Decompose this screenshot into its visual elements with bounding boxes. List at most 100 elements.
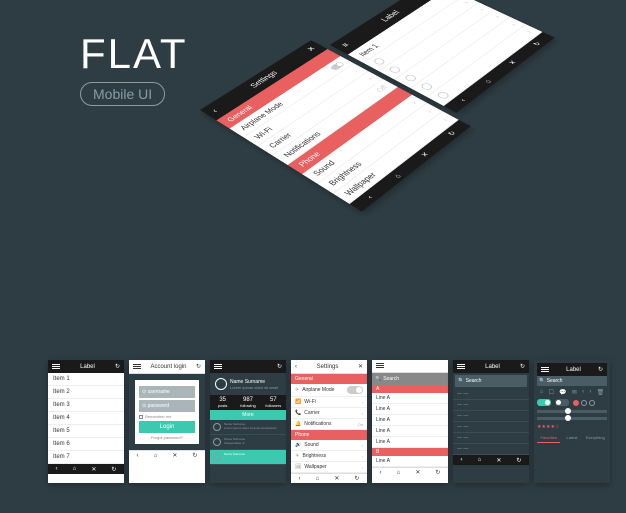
list-item[interactable]: Item 7 [48, 451, 124, 464]
close-icon[interactable]: ✕ [358, 363, 363, 370]
home-icon[interactable]: ⌂ [316, 476, 320, 482]
home-icon[interactable]: ⌂ [482, 78, 493, 84]
list-item[interactable]: — — [453, 433, 529, 444]
tab-everything[interactable]: Everything [584, 433, 607, 443]
list-item[interactable]: — — [453, 411, 529, 422]
list-item[interactable]: — — [453, 400, 529, 411]
menu-icon[interactable] [214, 364, 222, 370]
refresh-icon[interactable]: ↻ [192, 452, 197, 459]
close-icon[interactable]: ✕ [506, 59, 518, 66]
chat-icon[interactable]: 💬 [559, 389, 566, 396]
list-item[interactable]: — — [453, 389, 529, 400]
stat-followers[interactable]: 57followers [261, 395, 286, 410]
home-icon[interactable]: ⌂ [397, 470, 401, 476]
list-item[interactable]: Line A [372, 404, 448, 415]
bookmark-icon[interactable]: ☐ [549, 389, 554, 396]
back-icon[interactable]: ‹ [299, 476, 301, 482]
search-input[interactable]: 🔍 Search [537, 376, 607, 386]
back-icon[interactable]: ‹ [56, 466, 58, 472]
list-item[interactable]: Line A [372, 456, 448, 467]
home-icon[interactable]: ⌂ [154, 453, 158, 459]
refresh-icon[interactable]: ↻ [516, 457, 521, 464]
home-icon[interactable]: ⌂ [73, 466, 77, 472]
row-wallpaper[interactable]: 🖼Wallpaper› [291, 462, 367, 473]
back-icon[interactable]: ‹ [582, 389, 584, 396]
row-notifications[interactable]: 🔔NotificationsOn [291, 419, 367, 430]
refresh-icon[interactable]: ↻ [115, 363, 120, 370]
home-icon[interactable]: ⌂ [392, 172, 403, 179]
search-input[interactable]: 🔍 Search [455, 375, 527, 387]
username-input[interactable]: ⊙ username [139, 386, 195, 398]
back-icon[interactable]: ‹ [380, 470, 382, 476]
slider[interactable] [537, 410, 607, 413]
remember-checkbox[interactable]: Remember me [139, 414, 195, 419]
list-item[interactable]: — — [453, 444, 529, 455]
comment-item[interactable]: Name SurnameSuspendisse ut [210, 435, 286, 450]
row-carrier[interactable]: 📞Carrier› [291, 408, 367, 419]
radio-icon[interactable] [388, 65, 403, 74]
menu-icon[interactable] [457, 364, 465, 370]
tab-latest[interactable]: Latest [560, 433, 583, 443]
back-icon[interactable]: ‹ [461, 457, 463, 463]
close-icon[interactable]: ✕ [419, 150, 431, 158]
row-sound[interactable]: 🔊Sound› [291, 440, 367, 451]
refresh-icon[interactable]: ↻ [435, 469, 440, 476]
forgot-link[interactable]: Forgot password? [139, 435, 195, 440]
menu-icon[interactable]: ≡ [340, 42, 352, 49]
list-item[interactable]: Item 4 [48, 412, 124, 425]
avatar[interactable] [215, 378, 227, 390]
mail-icon[interactable]: ✉ [572, 389, 577, 396]
radio-icon[interactable] [419, 82, 434, 91]
row-wifi[interactable]: 📶Wi-Fi› [291, 397, 367, 408]
back-icon[interactable]: ‹ [295, 364, 297, 370]
more-button[interactable]: More [210, 410, 286, 420]
list-item[interactable]: Item 2 [48, 386, 124, 399]
comment-item[interactable]: Name Surname [210, 450, 286, 465]
refresh-icon[interactable]: ↻ [446, 130, 458, 137]
slider[interactable] [537, 417, 607, 420]
toggle-icon[interactable] [347, 386, 363, 394]
tab-favorites[interactable]: Favorites [537, 433, 560, 443]
list-item[interactable]: Line A [372, 426, 448, 437]
menu-icon[interactable] [133, 364, 141, 370]
refresh-icon[interactable]: ↻ [111, 466, 116, 473]
close-icon[interactable]: ✕ [172, 452, 177, 459]
radio-option[interactable] [589, 400, 595, 406]
close-icon[interactable]: ✕ [305, 46, 318, 54]
list-item[interactable]: Line A [372, 437, 448, 448]
list-item[interactable]: Item 3 [48, 399, 124, 412]
list-item[interactable]: Line A [372, 415, 448, 426]
list-item[interactable]: Item 5 [48, 425, 124, 438]
back-icon[interactable]: ‹ [365, 194, 375, 200]
radio-option[interactable] [581, 400, 587, 406]
menu-icon[interactable] [541, 367, 549, 373]
refresh-icon[interactable]: ↻ [531, 41, 542, 47]
close-icon[interactable]: ✕ [334, 475, 339, 482]
stat-following[interactable]: 987following [235, 395, 260, 410]
row-brightness[interactable]: ☀Brightness› [291, 451, 367, 462]
refresh-icon[interactable]: ↻ [354, 475, 359, 482]
close-icon[interactable]: ✕ [91, 466, 96, 473]
toggle-on[interactable] [537, 399, 551, 406]
row-airplane[interactable]: ✈Airplane Mode [291, 384, 367, 397]
back-icon[interactable]: ‹ [137, 453, 139, 459]
back-icon[interactable]: ‹ [458, 97, 468, 102]
list-item[interactable]: Item 1 [48, 373, 124, 386]
menu-icon[interactable] [376, 363, 384, 369]
refresh-icon[interactable]: ↻ [277, 363, 282, 370]
refresh-icon[interactable]: ↻ [520, 363, 525, 370]
login-button[interactable]: Login [139, 421, 195, 433]
radio-icon[interactable] [372, 57, 386, 66]
refresh-icon[interactable]: ↻ [598, 366, 603, 373]
comment-item[interactable]: Name SurnameLorem ipsum dolor sit amet c… [210, 420, 286, 435]
stat-posts[interactable]: 35posts [210, 395, 235, 410]
toggle-off[interactable] [555, 399, 569, 406]
list-item[interactable]: Line A [372, 393, 448, 404]
radio-selected[interactable] [573, 400, 579, 406]
home-icon[interactable]: ⌂ [478, 457, 482, 463]
refresh-icon[interactable]: ↻ [196, 363, 201, 370]
close-icon[interactable]: ✕ [496, 457, 501, 464]
list-item[interactable]: — — [453, 422, 529, 433]
menu-icon[interactable] [52, 364, 60, 370]
back-icon[interactable]: ‹ [210, 108, 220, 114]
